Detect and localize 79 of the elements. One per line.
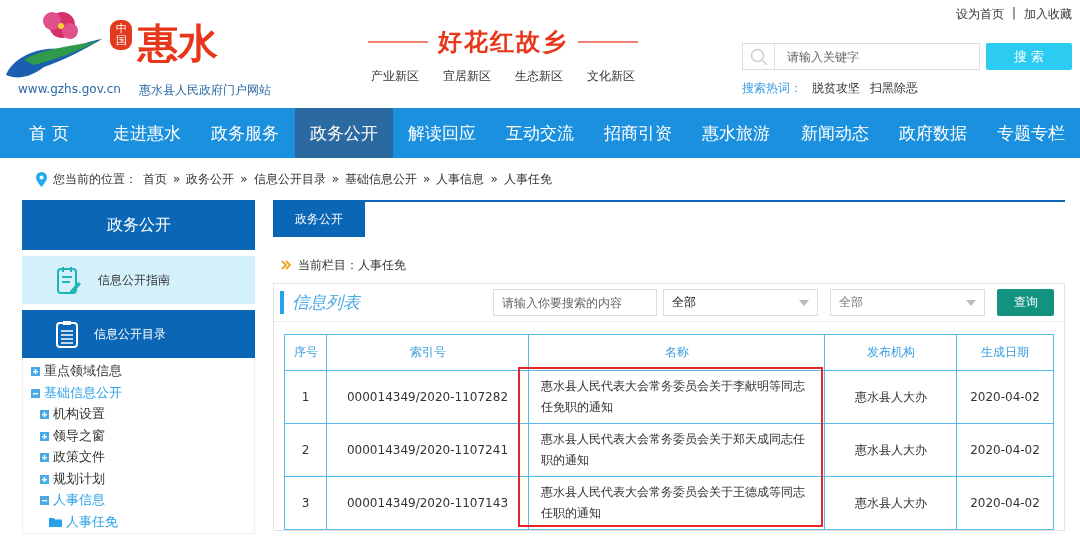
slogan: 好花红故乡 [437,26,568,58]
expand-icon[interactable] [40,453,49,463]
link-separator: | [1011,6,1016,22]
table-cell: 惠水县人大办 [824,476,957,530]
table-cell: 2020-04-02 [956,370,1054,424]
tree-item[interactable]: 重点领域信息 [31,361,254,383]
section-tab[interactable]: 政务公开 [273,202,365,237]
zone-link[interactable]: 文化新区 [586,68,635,85]
breadcrumb-separator: » [173,172,181,186]
expand-icon[interactable] [40,410,49,420]
table-cell: 000014349/2020-1107282 [326,370,529,424]
tree-item[interactable]: 规划计划 [31,468,254,490]
breadcrumb-link[interactable]: 人事信息 [436,170,485,188]
column-header: 序号 [284,334,327,371]
title-link[interactable]: 惠水县人民代表大会常务委员会关于郑天成同志任职的通知 [528,423,825,477]
double-chevron-icon [281,260,292,270]
table-cell: 2 [284,423,327,477]
current-column: 当前栏目：人事任免 [298,256,406,274]
hot-word-link[interactable]: 扫黑除恶 [870,80,918,97]
table-cell: 000014349/2020-1107143 [326,476,529,530]
table-cell: 000014349/2020-1107241 [326,423,529,477]
search-box[interactable]: 请输入关键字 [742,43,980,70]
query-button[interactable]: 查询 [997,289,1054,316]
search-input[interactable]: 请输入你要搜索的内容 [493,289,657,316]
sidebar-title: 政务公开 [22,200,255,250]
logo-text: 惠水 [138,17,218,68]
breadcrumb-separator: » [240,172,248,186]
table-cell: 3 [284,476,327,530]
breadcrumb-separator: » [423,172,431,186]
breadcrumb-link[interactable]: 信息公开目录 [253,170,326,188]
top-link[interactable]: 加入收藏 [1024,6,1072,23]
tree-item[interactable]: 领导之窗 [31,425,254,447]
expand-icon[interactable] [40,431,49,441]
table-cell: 1 [284,370,327,424]
site-name: 惠水县人民政府门户网站 [138,82,271,99]
breadcrumb-link[interactable]: 人事任免 [503,170,552,188]
folder-icon [49,517,62,528]
title-link[interactable]: 惠水县人民代表大会常务委员会关于王德成等同志任职的通知 [528,476,825,530]
list-title: 信息列表 [280,291,487,314]
expand-icon[interactable] [31,367,40,377]
zone-link[interactable]: 宜居新区 [442,68,491,85]
column-header: 发布机构 [824,334,957,371]
table-cell: 惠水县人大办 [824,370,957,424]
sidebar-card[interactable]: 信息公开指南 [22,256,255,304]
breadcrumb-link[interactable]: 基础信息公开 [345,170,418,188]
breadcrumb-separator: » [490,172,498,186]
collapse-icon[interactable] [40,496,49,506]
tree-item[interactable]: 机构设置 [31,404,254,426]
collapse-icon[interactable] [31,388,40,398]
clipboard-pen-icon [56,265,82,295]
search-icon [749,47,768,66]
caret-icon [799,299,809,306]
site-url: www.gzhs.gov.cn [18,82,121,98]
breadcrumb-separator: » [331,172,340,186]
column-header: 索引号 [326,334,529,371]
zone-link[interactable]: 产业新区 [370,68,419,85]
column-header: 名称 [528,334,825,371]
dropdown-select[interactable]: 全部 [663,289,818,316]
logo-badge: 中国 [110,20,132,50]
column-header: 生成日期 [956,334,1054,371]
hot-word-link[interactable]: 脱贫攻坚 [812,80,860,97]
table-cell: 2020-04-02 [956,423,1054,477]
nav-item[interactable]: 政务公开 [294,108,393,158]
list-document-icon [56,320,78,348]
title-link[interactable]: 惠水县人民代表大会常务委员会关于李献明等同志任免职的通知 [528,370,825,424]
zone-link[interactable]: 生态新区 [514,68,563,85]
tree-item[interactable]: 政策文件 [31,447,254,469]
table-cell: 2020-04-02 [956,476,1054,530]
caret-icon [966,299,976,306]
breadcrumb-link[interactable]: 政务公开 [186,170,235,188]
location-pin-icon [36,171,47,187]
expand-icon[interactable] [40,474,49,484]
top-link[interactable]: 设为首页 [955,6,1004,23]
sidebar-card[interactable]: 信息公开目录 [22,310,255,358]
hot-words-label: 搜索热词： [742,80,802,97]
dropdown-select[interactable]: 全部 [830,289,985,316]
breadcrumb-label: 您当前的位置： [53,170,137,188]
table-cell: 惠水县人大办 [824,423,957,477]
breadcrumb-link[interactable]: 首页 [143,170,167,188]
